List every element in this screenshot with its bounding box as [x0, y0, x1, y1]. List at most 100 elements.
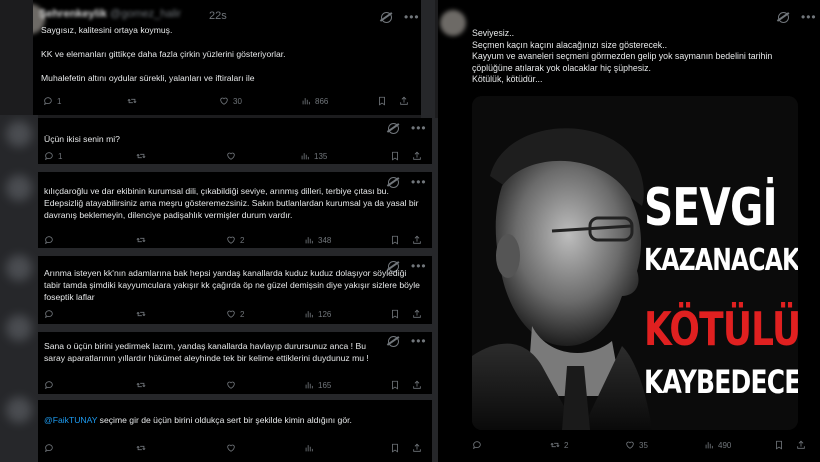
share-icon — [412, 235, 422, 245]
grok-icon[interactable] — [381, 11, 392, 23]
reply-button[interactable] — [44, 380, 54, 390]
repost-icon — [550, 440, 560, 450]
like-button[interactable] — [226, 443, 236, 453]
like-button[interactable]: 30 — [219, 96, 242, 106]
like-icon — [226, 151, 236, 161]
views-button[interactable]: 165 — [304, 380, 331, 390]
share-button[interactable] — [412, 380, 422, 390]
views-icon — [304, 235, 314, 245]
tweet-3[interactable]: ••• Arınma isteyen kk'nın adamlarına bak… — [38, 256, 432, 324]
tweet-text: kılıçdaroğlu ve dar ekibinin kurumsal di… — [44, 186, 419, 220]
share-button[interactable] — [399, 96, 409, 106]
like-icon — [219, 96, 229, 106]
grok-icon[interactable] — [388, 335, 399, 347]
tweet-5[interactable]: @FaikTUNAY seçime gir de üçün birini old… — [38, 400, 432, 462]
more-icon[interactable]: ••• — [404, 11, 420, 23]
views-button[interactable]: 135 — [300, 151, 327, 161]
author-handle[interactable]: Şehrenkeylik @gomez_halir — [39, 8, 181, 20]
poster-line-4: KAYBEDECEK! — [644, 363, 798, 401]
avatar[interactable] — [440, 10, 466, 36]
reply-button[interactable]: 1 — [43, 96, 61, 106]
bookmark-button[interactable] — [390, 380, 400, 390]
tweet-actions — [38, 442, 432, 454]
share-icon — [412, 309, 422, 319]
share-button[interactable] — [412, 151, 422, 161]
repost-button[interactable] — [136, 380, 146, 390]
views-icon — [304, 309, 314, 319]
bookmark-button[interactable] — [774, 440, 784, 450]
mention-link[interactable]: @FaikTUNAY — [44, 415, 97, 425]
repost-icon — [136, 380, 146, 390]
reply-button[interactable]: 1 — [44, 151, 62, 161]
bookmark-icon — [377, 96, 387, 106]
repost-button[interactable] — [136, 309, 146, 319]
tweet-actions: 1 135 — [38, 150, 432, 162]
tweet-image[interactable]: SEVGİ KAZANACAK KÖTÜLÜK KAYBEDECEK! — [472, 96, 798, 430]
like-count: 30 — [233, 96, 242, 106]
tweet-text: Seviyesiz.. Seçmen kaçın kaçını alacağın… — [472, 28, 773, 84]
repost-button[interactable] — [136, 443, 146, 453]
bookmark-icon — [390, 380, 400, 390]
like-button[interactable] — [226, 151, 236, 161]
like-icon — [226, 309, 236, 319]
bookmark-button[interactable] — [390, 151, 400, 161]
views-count: 866 — [315, 96, 329, 106]
main-tweet[interactable]: ••• Seviyesiz.. Seçmen kaçın kaçını alac… — [438, 0, 820, 462]
repost-button[interactable] — [136, 151, 146, 161]
views-button[interactable]: 866 — [301, 96, 328, 106]
bookmark-icon — [390, 309, 400, 319]
views-button[interactable] — [304, 443, 314, 453]
more-icon[interactable]: ••• — [411, 335, 427, 347]
repost-icon — [136, 235, 146, 245]
tweet-text: @FaikTUNAY seçime gir de üçün birini old… — [44, 414, 424, 426]
bookmark-button[interactable] — [390, 235, 400, 245]
grok-icon[interactable] — [778, 11, 789, 23]
reply-icon — [44, 151, 54, 161]
reply-icon — [472, 440, 482, 450]
reply-button[interactable] — [44, 443, 54, 453]
like-count: 35 — [639, 440, 648, 450]
views-count: 126 — [318, 309, 332, 319]
views-button[interactable]: 490 — [704, 440, 731, 450]
share-button[interactable] — [412, 443, 422, 453]
reply-button[interactable] — [44, 235, 54, 245]
blurred-background — [421, 0, 435, 118]
like-icon — [226, 235, 236, 245]
tweet-text: Saygısız, kalitesini ortaya koymuş. KK v… — [41, 25, 286, 83]
reply-button[interactable] — [44, 309, 54, 319]
repost-icon — [136, 443, 146, 453]
reply-icon — [44, 235, 54, 245]
views-button[interactable]: 126 — [304, 309, 331, 319]
more-icon[interactable]: ••• — [411, 122, 427, 134]
views-icon — [304, 380, 314, 390]
bookmark-button[interactable] — [377, 96, 387, 106]
views-button[interactable]: 348 — [304, 235, 331, 245]
grok-icon[interactable] — [388, 122, 399, 134]
repost-icon — [127, 96, 137, 106]
reply-button[interactable] — [472, 440, 482, 450]
bookmark-button[interactable] — [390, 443, 400, 453]
views-icon — [704, 440, 714, 450]
share-button[interactable] — [412, 309, 422, 319]
share-button[interactable] — [412, 235, 422, 245]
repost-button[interactable] — [127, 96, 141, 106]
blurred-background — [38, 324, 432, 332]
like-button[interactable]: 2 — [226, 309, 244, 319]
repost-button[interactable] — [136, 235, 146, 245]
tweet-0[interactable]: Şehrenkeylik @gomez_halir 22s ••• Saygıs… — [33, 0, 421, 115]
repost-button[interactable]: 2 — [550, 440, 568, 450]
reply-icon — [44, 309, 54, 319]
tweet-1[interactable]: ••• Üçün ikisi senin mi? 1 135 — [38, 118, 432, 164]
tweet-2[interactable]: ••• kılıçdaroğlu ve dar ekibinin kurumsa… — [38, 172, 432, 248]
like-count: 2 — [240, 309, 245, 319]
like-button[interactable]: 35 — [625, 440, 648, 450]
bookmark-icon — [390, 235, 400, 245]
more-icon[interactable]: ••• — [801, 11, 817, 23]
share-button[interactable] — [796, 440, 806, 450]
like-button[interactable]: 2 — [226, 235, 244, 245]
tweet-actions: 165 — [38, 379, 432, 391]
reply-count: 1 — [58, 151, 63, 161]
tweet-4[interactable]: ••• Sana o üçün birini yedirmek lazım, y… — [38, 332, 432, 394]
bookmark-button[interactable] — [390, 309, 400, 319]
like-button[interactable] — [226, 380, 236, 390]
